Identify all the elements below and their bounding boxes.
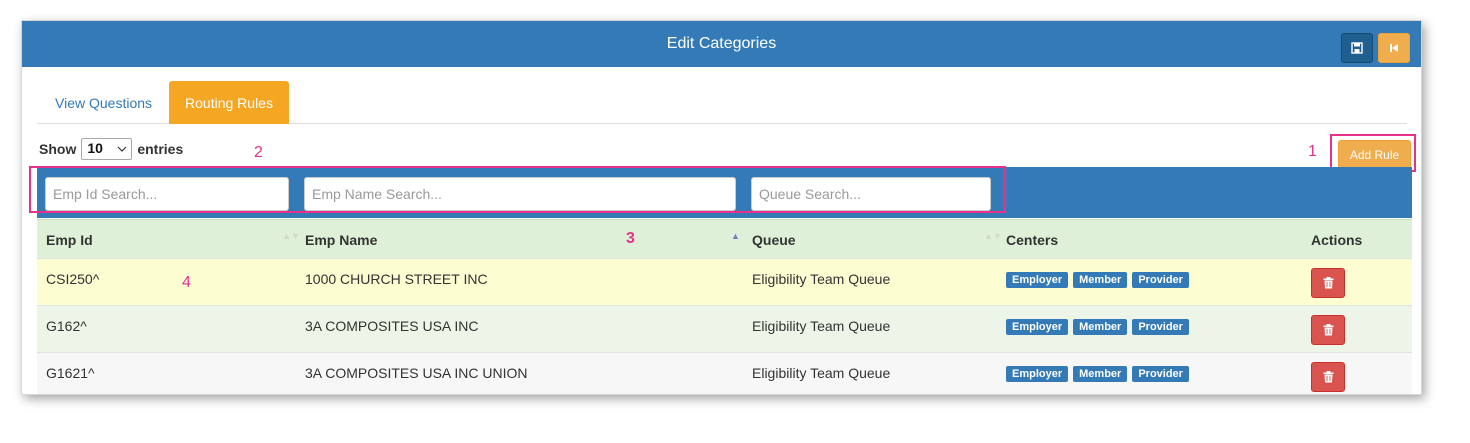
sort-asc-icon: ▲ xyxy=(731,231,740,241)
header-centers: Centers xyxy=(1006,232,1059,248)
cell-queue: Eligibility Team Queue xyxy=(752,365,891,381)
skip-back-icon xyxy=(1390,44,1398,52)
header-emp-id[interactable]: Emp Id xyxy=(46,232,93,248)
centers-badges: Employer Member Provider xyxy=(1006,272,1189,288)
center-badge: Employer xyxy=(1006,272,1069,288)
cell-emp-id: G162^ xyxy=(46,318,87,334)
tab-bar: View Questions Routing Rules xyxy=(37,81,1407,124)
delete-button[interactable] xyxy=(1311,362,1345,392)
annotation-1: 1 xyxy=(1308,143,1317,160)
show-label: Show xyxy=(39,141,77,157)
entries-select-value: 10 xyxy=(87,140,103,156)
annotation-2: 2 xyxy=(254,144,263,161)
cell-emp-id: G1621^ xyxy=(46,365,95,381)
center-badge: Employer xyxy=(1006,319,1069,335)
annotation-4: 4 xyxy=(182,274,191,291)
annotation-box-search xyxy=(29,166,1006,213)
table-row: G1621^ 3A COMPOSITES USA INC UNION Eligi… xyxy=(37,352,1412,394)
trash-icon xyxy=(1323,277,1333,289)
delete-button[interactable] xyxy=(1311,268,1345,298)
length-control: Show 10 entries xyxy=(39,138,183,160)
chevron-down-icon xyxy=(117,146,127,152)
center-badge: Provider xyxy=(1132,366,1189,382)
header-emp-name[interactable]: Emp Name xyxy=(305,232,377,248)
cell-emp-name: 3A COMPOSITES USA INC xyxy=(305,318,479,334)
header-actions: Actions xyxy=(1311,232,1363,248)
header-queue[interactable]: Queue xyxy=(752,232,796,248)
cell-emp-id: CSI250^ xyxy=(46,271,100,287)
save-button[interactable] xyxy=(1341,33,1373,63)
centers-badges: Employer Member Provider xyxy=(1006,366,1189,382)
floppy-icon xyxy=(1351,42,1363,54)
trash-icon xyxy=(1323,324,1333,336)
table-row: CSI250^ 4 1000 CHURCH STREET INC Eligibi… xyxy=(37,258,1412,305)
delete-button[interactable] xyxy=(1311,315,1345,345)
title-bar: Edit Categories xyxy=(22,21,1421,67)
entries-label: entries xyxy=(137,141,184,157)
back-button[interactable] xyxy=(1378,33,1410,63)
cell-emp-name: 1000 CHURCH STREET INC xyxy=(305,271,488,287)
center-badge: Member xyxy=(1073,272,1128,288)
cell-emp-name: 3A COMPOSITES USA INC UNION xyxy=(305,365,528,381)
center-badge: Provider xyxy=(1132,319,1189,335)
window-title: Edit Categories xyxy=(666,35,777,52)
center-badge: Provider xyxy=(1132,272,1189,288)
trash-icon xyxy=(1323,371,1333,383)
table-row: G162^ 3A COMPOSITES USA INC Eligibility … xyxy=(37,305,1412,352)
center-badge: Employer xyxy=(1006,366,1069,382)
sort-icon: ▲▼ xyxy=(984,231,1002,241)
annotation-3: 3 xyxy=(626,230,635,247)
tab-routing-rules[interactable]: Routing Rules xyxy=(169,81,289,124)
entries-select[interactable]: 10 xyxy=(81,138,133,160)
routing-rules-table: Emp Id ▲▼ Emp Name 3 ▲ Queue ▲▼ Centers … xyxy=(37,219,1412,394)
center-badge: Member xyxy=(1073,319,1128,335)
cell-queue: Eligibility Team Queue xyxy=(752,271,891,287)
edit-categories-window: Edit Categories View Questions Routing R… xyxy=(21,20,1422,395)
table-header: Emp Id ▲▼ Emp Name 3 ▲ Queue ▲▼ Centers … xyxy=(37,219,1412,258)
sort-icon: ▲▼ xyxy=(282,231,300,241)
cell-queue: Eligibility Team Queue xyxy=(752,318,891,334)
centers-badges: Employer Member Provider xyxy=(1006,319,1189,335)
center-badge: Member xyxy=(1073,366,1128,382)
tab-view-questions[interactable]: View Questions xyxy=(39,81,168,124)
